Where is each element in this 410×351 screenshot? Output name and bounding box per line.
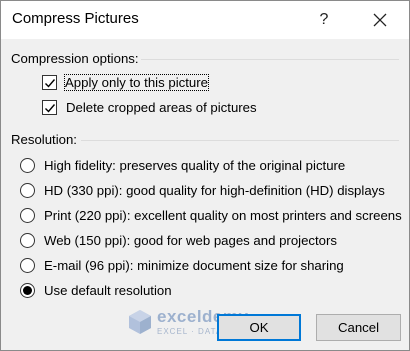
radio-high-fidelity-circle[interactable] [20, 158, 35, 173]
radio-high-fidelity-label[interactable]: High fidelity: preserves quality of the … [44, 158, 345, 173]
radio-default-resolution[interactable]: Use default resolution [1, 283, 401, 305]
compress-pictures-dialog: Compress Pictures ? Compression options:… [0, 0, 410, 351]
apply-only-this-picture-label[interactable]: Apply only to this picture [64, 74, 209, 91]
radio-hd-label[interactable]: HD (330 ppi): good quality for high-defi… [44, 183, 385, 198]
radio-email-label[interactable]: E-mail (96 ppi): minimize document size … [44, 258, 344, 273]
apply-only-this-picture-checkbox[interactable]: Apply only to this picture [1, 74, 261, 97]
checkmark-icon [45, 79, 56, 88]
dialog-title: Compress Pictures [12, 10, 139, 27]
ok-button[interactable]: OK [217, 314, 301, 341]
title-bar: Compress Pictures ? [1, 1, 409, 39]
radio-hd[interactable]: HD (330 ppi): good quality for high-defi… [1, 183, 401, 205]
close-button[interactable] [361, 4, 399, 36]
radio-print-circle[interactable] [20, 208, 35, 223]
delete-cropped-areas-checkbox[interactable]: Delete cropped areas of pictures [1, 100, 301, 122]
delete-cropped-checkbox-box[interactable] [42, 100, 57, 115]
radio-default-resolution-label[interactable]: Use default resolution [44, 283, 172, 298]
radio-default-resolution-circle[interactable] [20, 283, 35, 298]
cancel-button[interactable]: Cancel [316, 314, 401, 341]
radio-print[interactable]: Print (220 ppi): excellent quality on mo… [1, 208, 402, 230]
radio-email-circle[interactable] [20, 258, 35, 273]
radio-web-label[interactable]: Web (150 ppi): good for web pages and pr… [44, 233, 337, 248]
compression-options-label: Compression options: [11, 51, 139, 66]
radio-high-fidelity[interactable]: High fidelity: preserves quality of the … [1, 158, 401, 180]
resolution-label: Resolution: [11, 132, 77, 147]
close-icon [373, 13, 387, 27]
compression-group-divider [141, 59, 399, 60]
help-icon: ? [319, 11, 329, 28]
radio-web-circle[interactable] [20, 233, 35, 248]
exceldemy-logo-icon [129, 310, 151, 334]
apply-only-checkbox-box[interactable] [42, 75, 57, 90]
radio-web[interactable]: Web (150 ppi): good for web pages and pr… [1, 233, 401, 255]
radio-email[interactable]: E-mail (96 ppi): minimize document size … [1, 258, 401, 280]
radio-print-label[interactable]: Print (220 ppi): excellent quality on mo… [44, 208, 402, 223]
radio-hd-circle[interactable] [20, 183, 35, 198]
checkmark-icon [45, 104, 56, 113]
resolution-group-divider [81, 140, 399, 141]
help-button[interactable]: ? [305, 4, 343, 36]
delete-cropped-areas-label[interactable]: Delete cropped areas of pictures [66, 100, 257, 115]
